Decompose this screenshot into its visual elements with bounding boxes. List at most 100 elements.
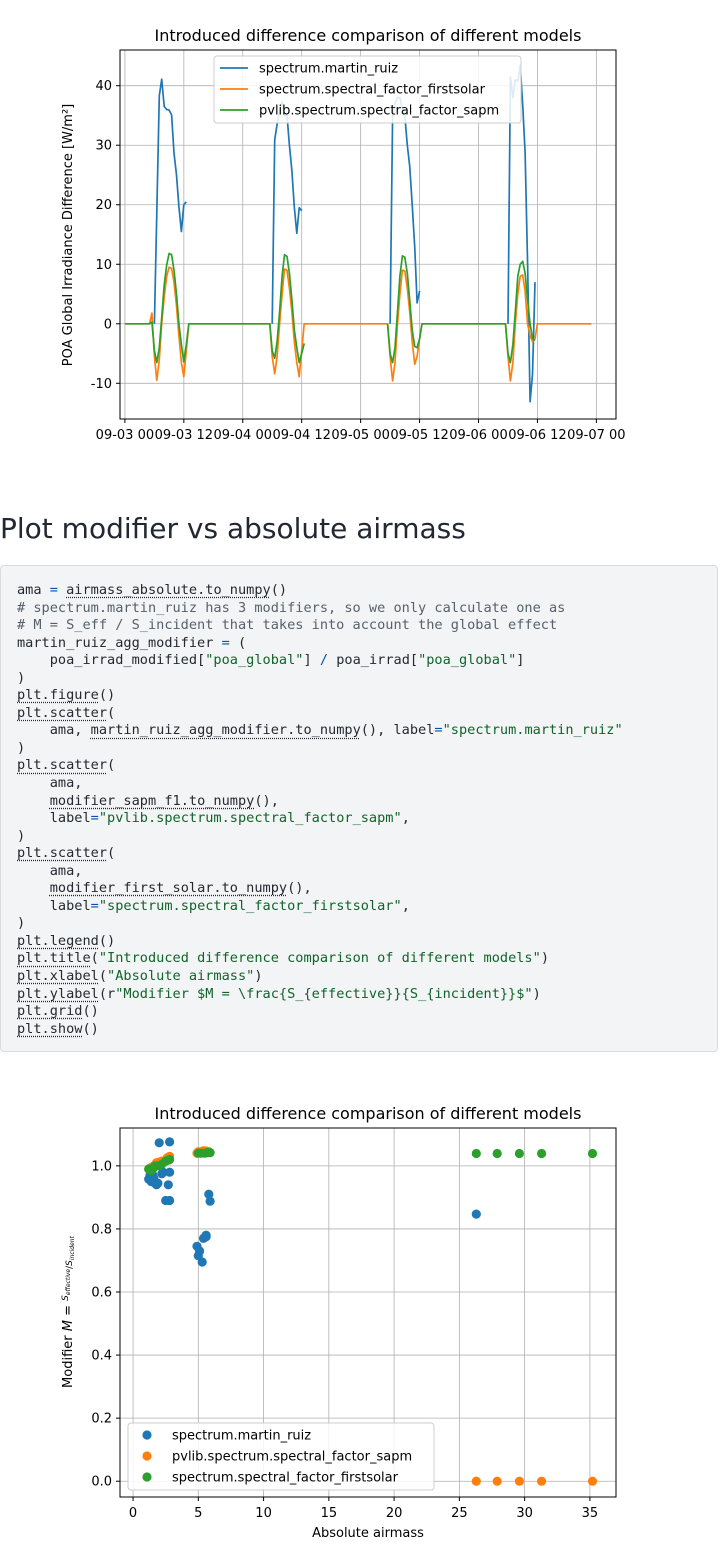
chart1-legend-label: pvlib.spectrum.spectral_factor_sapm <box>259 104 499 119</box>
chart1-xtick-label: 09-06 00 <box>449 428 507 443</box>
code-token: ( <box>107 757 116 774</box>
code-token: "Introduced difference comparison of dif… <box>98 950 541 967</box>
chart2-title: Introduced difference comparison of diff… <box>155 1104 582 1123</box>
code-token: ama, <box>17 775 83 792</box>
chart2-legend-marker <box>142 1472 152 1482</box>
chart2-legend: spectrum.martin_ruiz pvlib.spectrum.spect… <box>127 1422 435 1491</box>
chart2-point-series-2 <box>471 1148 481 1159</box>
chart2-xlabel: Absolute airmass <box>312 1526 424 1541</box>
code-token: "spectrum.martin_ruiz" <box>442 722 623 739</box>
chart1-ytick-label: 0 <box>104 317 112 332</box>
code-token: ama, <box>17 862 83 879</box>
code-token: plt.figure <box>17 687 99 704</box>
chart2-point-series-0 <box>165 1195 175 1206</box>
code-token: label <box>17 897 91 914</box>
code-line: martin_ruiz_agg_modifier = ( <box>17 635 701 653</box>
modifier-vs-airmass-scatter-chart: Introduced difference comparison of diff… <box>61 1104 617 1541</box>
code-token: = <box>434 722 443 739</box>
code-token: () <box>98 932 116 949</box>
code-line: ) <box>17 915 701 933</box>
code-token: martin_ruiz_agg_modifier.to_numpy <box>90 722 361 739</box>
code-token: "poa_global" <box>418 652 517 669</box>
code-token: plt.ylabel <box>17 985 99 1002</box>
chart2-point-series-0 <box>154 1138 164 1148</box>
chart1-xtick-label: 09-04 12 <box>272 428 330 443</box>
code-line: ama, <box>17 863 701 881</box>
code-token: poa_irrad[ <box>328 652 419 669</box>
code-token: "Modifier $M = \frac{S_{effective}}{S_{i… <box>115 985 533 1002</box>
code-token: ) <box>17 915 26 932</box>
chart2-legend-label: spectrum.martin_ruiz <box>172 1429 311 1444</box>
code-line: plt.scatter( <box>17 757 701 775</box>
code-token: (), <box>254 792 279 809</box>
code-line: plt.legend() <box>17 933 701 951</box>
code-line: plt.ylabel(r"Modifier $M = \frac{S_{effe… <box>17 986 701 1004</box>
chart1-series-line-2 <box>386 255 536 364</box>
chart2-point-series-1 <box>471 1476 481 1486</box>
chart2-point-series-1 <box>492 1476 502 1486</box>
chart2-ytick-label: 0.0 <box>91 1475 112 1490</box>
chart2-ytick-label: 0.2 <box>91 1412 112 1427</box>
code-token: , <box>401 810 410 827</box>
chart1-xtick-label: 09-04 00 <box>214 428 272 443</box>
code-line: label="pvlib.spectrum.spectral_factor_sa… <box>17 810 701 828</box>
code-token: / <box>319 652 329 669</box>
chart2-point-series-0 <box>153 1178 163 1188</box>
code-line: # spectrum.martin_ruiz has 3 modifiers, … <box>17 600 701 618</box>
svg-text:Modifier M = Seffective/Sincid: Modifier M = Seffective/Sincident <box>61 1235 76 1388</box>
chart1-ytick-label: 30 <box>95 139 112 154</box>
chart1-legend: spectrum.martin_ruiz spectrum.spectral_fa… <box>213 55 522 124</box>
code-line: modifier_first_solar.to_numpy(), <box>17 880 701 898</box>
code-token: ) <box>254 968 263 985</box>
chart1-xtick-label: 09-03 12 <box>155 428 213 443</box>
code-token: ) <box>17 827 26 844</box>
code-block: ama = airmass_absolute.to_numpy() # spect… <box>0 565 718 1052</box>
code-token: ) <box>17 739 26 756</box>
code-token: ama, <box>17 722 91 739</box>
code-line: plt.title("Introduced difference compari… <box>17 950 701 968</box>
chart1-series-line-0 <box>271 100 303 324</box>
chart2-ylabel: Modifier M = Seffective/Sincident <box>61 1235 76 1388</box>
code-token: () <box>82 1003 99 1020</box>
chart2-ytick-label: 0.8 <box>91 1222 112 1237</box>
code-token: "pvlib.spectrum.spectral_factor_sapm" <box>98 810 402 827</box>
chart2-xtick-label: 20 <box>386 1506 403 1521</box>
code-token: ) <box>540 950 549 967</box>
code-token: (), <box>287 880 312 897</box>
code-token: , <box>401 897 410 914</box>
code-token: ] <box>516 652 525 669</box>
code-token: plt.legend <box>17 932 99 949</box>
code-line: plt.grid() <box>17 1003 701 1021</box>
code-token: modifier_sapm_f1.to_numpy <box>49 792 255 809</box>
code-token: ) <box>532 985 541 1002</box>
chart2-xtick-label: 30 <box>516 1506 533 1521</box>
chart1-xtick-label: 09-05 12 <box>390 428 448 443</box>
irradiance-difference-line-chart: Introduced difference comparison of diff… <box>61 26 626 443</box>
code-line: ama, martin_ruiz_agg_modifier.to_numpy()… <box>17 722 701 740</box>
chart1-legend-label: spectrum.spectral_factor_firstsolar <box>259 83 486 98</box>
code-token: label <box>17 810 91 827</box>
code-token: "poa_global" <box>205 652 304 669</box>
chart2-xtick-label: 15 <box>321 1506 338 1521</box>
chart1-ylabel: POA Global Irradiance Difference [W/m²] <box>61 104 76 366</box>
code-token: () <box>270 582 288 598</box>
code-line: # M = S_eff / S_incident that takes into… <box>17 617 701 635</box>
code-line: poa_irrad_modified["poa_global"] / poa_i… <box>17 652 701 670</box>
chart2-ytick-label: 0.6 <box>91 1286 112 1301</box>
chart1-ytick-label: -10 <box>91 377 112 392</box>
chart1-series-line-0 <box>389 96 421 324</box>
code-token: (), label <box>360 722 435 739</box>
chart2-point-series-0 <box>163 1180 173 1190</box>
code-token: plt.grid <box>17 1003 83 1020</box>
code-token: modifier_first_solar.to_numpy <box>49 880 288 897</box>
code-token: plt.scatter <box>17 757 108 774</box>
chart2-xtick-label: 10 <box>255 1506 272 1521</box>
code-token: () <box>82 1020 99 1037</box>
code-token: plt.scatter <box>17 704 108 721</box>
code-line: ama = airmass_absolute.to_numpy() <box>17 582 701 600</box>
code-token: ama <box>17 582 42 598</box>
chart1-ytick-label: 20 <box>95 198 112 213</box>
chart2-point-series-0 <box>471 1209 481 1219</box>
chart2-point-series-0 <box>197 1257 207 1267</box>
